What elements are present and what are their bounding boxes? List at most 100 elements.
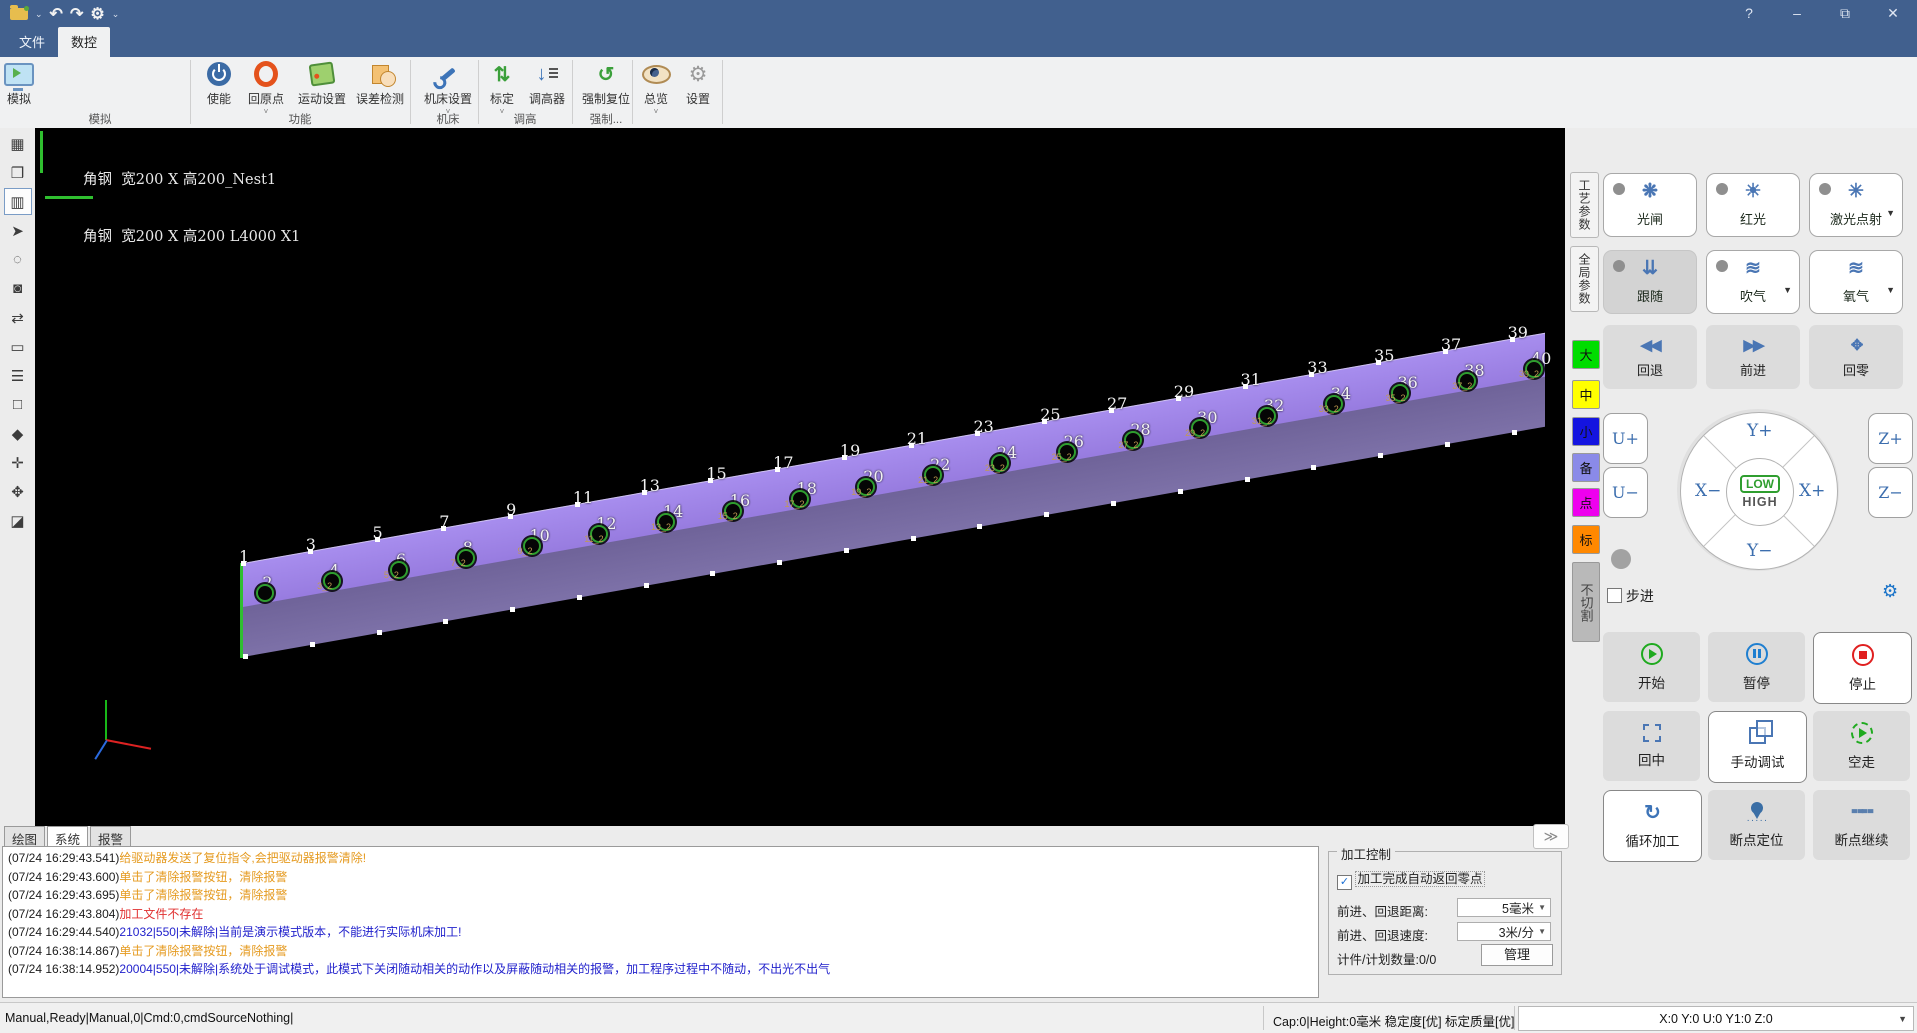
go-origin-button[interactable]: 回原点 ˅ bbox=[244, 60, 288, 114]
quick-settings-caret-icon[interactable]: ⌄ bbox=[112, 9, 120, 20]
error-check-button[interactable]: 误差检测 bbox=[352, 60, 408, 107]
settings-button[interactable]: ⚙ 设置 bbox=[680, 60, 716, 107]
simulate-button[interactable]: 模拟 bbox=[2, 60, 36, 107]
beam-handle bbox=[1311, 465, 1316, 470]
minimize-button[interactable]: – bbox=[1773, 5, 1821, 21]
redo-icon[interactable]: ↷ bbox=[70, 4, 83, 24]
layer-button-5[interactable]: 点 bbox=[1572, 488, 1600, 517]
breakpoint-continue-button[interactable]: ╍╍断点继续 bbox=[1813, 790, 1910, 860]
go-zero-button[interactable]: ✥回零 bbox=[1809, 325, 1903, 389]
manual-debug-button[interactable]: 手动调试 bbox=[1708, 711, 1807, 783]
process-control-title: 加工控制 bbox=[1337, 844, 1395, 863]
mirror-icon[interactable]: ◆ bbox=[4, 420, 32, 447]
calibrate-button[interactable]: ⇅ 标定 ˅ bbox=[484, 60, 520, 114]
dry-run-button[interactable]: 空走 bbox=[1813, 711, 1910, 781]
side-tab-global-params[interactable]: 全局参数 bbox=[1570, 246, 1599, 312]
forward-label: 前进 bbox=[1740, 360, 1766, 379]
undo-icon[interactable]: ↶ bbox=[50, 4, 63, 24]
dropdown-caret-icon[interactable]: ▼ bbox=[1783, 285, 1792, 295]
circle-select-icon[interactable]: ◌ bbox=[4, 246, 32, 273]
tab-file[interactable]: 文件 bbox=[6, 27, 58, 57]
expand-panel-button[interactable]: ≫ bbox=[1533, 824, 1569, 849]
enable-button[interactable]: 使能 bbox=[200, 60, 238, 107]
auto-return-checkbox[interactable]: ✓ bbox=[1337, 875, 1352, 890]
close-button[interactable]: ✕ bbox=[1869, 5, 1917, 22]
go-center-button[interactable]: 回中 bbox=[1603, 711, 1700, 781]
oxygen-button[interactable]: ≋▼氧气 bbox=[1809, 250, 1903, 314]
view-3d-cube-icon[interactable]: ❒ bbox=[4, 159, 32, 186]
beam-top-face[interactable] bbox=[243, 333, 1545, 609]
dashes-icon[interactable]: ☰ bbox=[4, 362, 32, 389]
jog-speed-high[interactable]: HIGH bbox=[1742, 495, 1777, 509]
help-button[interactable]: ? bbox=[1725, 5, 1773, 21]
jog-y-plus[interactable]: Y+ bbox=[1747, 421, 1772, 441]
layer-button-7[interactable]: 不切割 bbox=[1572, 562, 1600, 642]
select-cursor-icon[interactable]: ➤ bbox=[4, 217, 32, 244]
window-controls: ? – ⧉ ✕ bbox=[1725, 0, 1917, 26]
jog-x-minus[interactable]: X− bbox=[1695, 481, 1721, 501]
layer-button-1[interactable]: 大 bbox=[1572, 340, 1600, 369]
step-mode-checkbox[interactable] bbox=[1607, 588, 1622, 603]
jog-settings-gear-icon[interactable]: ⚙ bbox=[1882, 581, 1898, 602]
face-part-label: 37_2 bbox=[1452, 381, 1472, 391]
view-panel-ruler-icon[interactable]: ▥ bbox=[4, 188, 32, 215]
align-center-icon[interactable]: ✛ bbox=[4, 449, 32, 476]
viewport-3d[interactable]: 角钢 宽200 X 高200_Nest1 角钢 宽200 X 高200 L400… bbox=[35, 128, 1565, 826]
forward-icon: ▶▶ bbox=[1743, 336, 1762, 354]
view-grid-icon[interactable]: ▦ bbox=[4, 130, 32, 157]
shutter-button[interactable]: ❋光闸 bbox=[1603, 173, 1697, 237]
jog-u-plus-button[interactable]: U+ bbox=[1603, 413, 1648, 464]
eraser-icon[interactable]: ◪ bbox=[4, 507, 32, 534]
jog-speed-low[interactable]: LOW bbox=[1740, 475, 1780, 493]
jog-circle[interactable]: Y+ Y− X− X+ LOW HIGH bbox=[1680, 412, 1838, 570]
layer-button-3[interactable]: 小 bbox=[1572, 417, 1600, 446]
overview-button[interactable]: 总览 ˅ bbox=[638, 60, 674, 114]
open-rect-icon[interactable]: □ bbox=[4, 391, 32, 418]
stop-button[interactable]: 停止 bbox=[1813, 632, 1912, 704]
follow-button[interactable]: ⇊跟随 bbox=[1603, 250, 1697, 314]
jog-speed-toggle[interactable]: LOW HIGH bbox=[1726, 458, 1794, 526]
tab-nc[interactable]: 数控 bbox=[58, 27, 110, 57]
start-button[interactable]: 开始 bbox=[1603, 632, 1700, 702]
jog-y-minus[interactable]: Y− bbox=[1747, 541, 1772, 561]
region-icon[interactable]: ◙ bbox=[4, 275, 32, 302]
speed-combobox[interactable]: 3米/分▼ bbox=[1457, 922, 1551, 941]
dropdown-caret-icon[interactable]: ▼ bbox=[1886, 285, 1895, 295]
motion-settings-button[interactable]: 运动设置 bbox=[294, 60, 350, 107]
laser-burst-button[interactable]: ✳▼激光点射 bbox=[1809, 173, 1903, 237]
distance-combobox[interactable]: 5毫米▼ bbox=[1457, 898, 1551, 917]
side-tab-process-params[interactable]: 工艺参数 bbox=[1570, 172, 1599, 238]
frame-loop-icon[interactable]: ▭ bbox=[4, 333, 32, 360]
loop-machining-button[interactable]: ↻循环加工 bbox=[1603, 790, 1702, 862]
layer-button-4[interactable]: 备 bbox=[1572, 453, 1600, 482]
open-file-icon[interactable] bbox=[10, 8, 28, 20]
quick-access-toolbar: ⌄ ↶ ↷ ⚙ ⌄ bbox=[10, 4, 119, 24]
manage-button[interactable]: 管理 bbox=[1481, 944, 1553, 966]
jog-u-minus-button[interactable]: U− bbox=[1603, 467, 1648, 518]
forward-button[interactable]: ▶▶ 前进 bbox=[1706, 325, 1800, 389]
coords-combobox[interactable]: X:0 Y:0 U:0 Y1:0 Z:0▼ bbox=[1518, 1006, 1914, 1031]
layer-button-2[interactable]: 中 bbox=[1572, 380, 1600, 409]
machine-settings-button[interactable]: 机床设置 ˅ bbox=[418, 60, 478, 114]
jog-x-plus[interactable]: X+ bbox=[1799, 481, 1825, 501]
pause-button[interactable]: 暂停 bbox=[1708, 632, 1805, 702]
height-controller-button[interactable]: ↓ 调高器 bbox=[524, 60, 570, 107]
eye-icon bbox=[642, 65, 671, 84]
face-part-label: 27_2 bbox=[1118, 440, 1138, 450]
fit-arrows-icon[interactable]: ⇄ bbox=[4, 304, 32, 331]
backward-button[interactable]: ◀◀回退 bbox=[1603, 325, 1697, 389]
force-reset-button[interactable]: ↺ 强制复位 bbox=[578, 60, 634, 107]
restore-button[interactable]: ⧉ bbox=[1821, 5, 1869, 22]
move-icon[interactable]: ✥ bbox=[4, 478, 32, 505]
jog-z-plus-button[interactable]: Z+ bbox=[1868, 413, 1913, 464]
jog-z-minus-button[interactable]: Z− bbox=[1868, 467, 1913, 518]
blow-air-button[interactable]: ≋▼吹气 bbox=[1706, 250, 1800, 314]
stop-label: 停止 bbox=[1849, 673, 1876, 693]
beam-handle bbox=[1443, 349, 1448, 354]
dropdown-caret-icon[interactable]: ▼ bbox=[1886, 208, 1895, 218]
breakpoint-locate-button[interactable]: 断点定位 bbox=[1708, 790, 1805, 860]
red-light-button[interactable]: ☀红光 bbox=[1706, 173, 1800, 237]
open-file-caret-icon[interactable]: ⌄ bbox=[35, 9, 43, 20]
quick-settings-gear-icon[interactable]: ⚙ bbox=[90, 4, 104, 24]
layer-button-6[interactable]: 标 bbox=[1572, 525, 1600, 554]
